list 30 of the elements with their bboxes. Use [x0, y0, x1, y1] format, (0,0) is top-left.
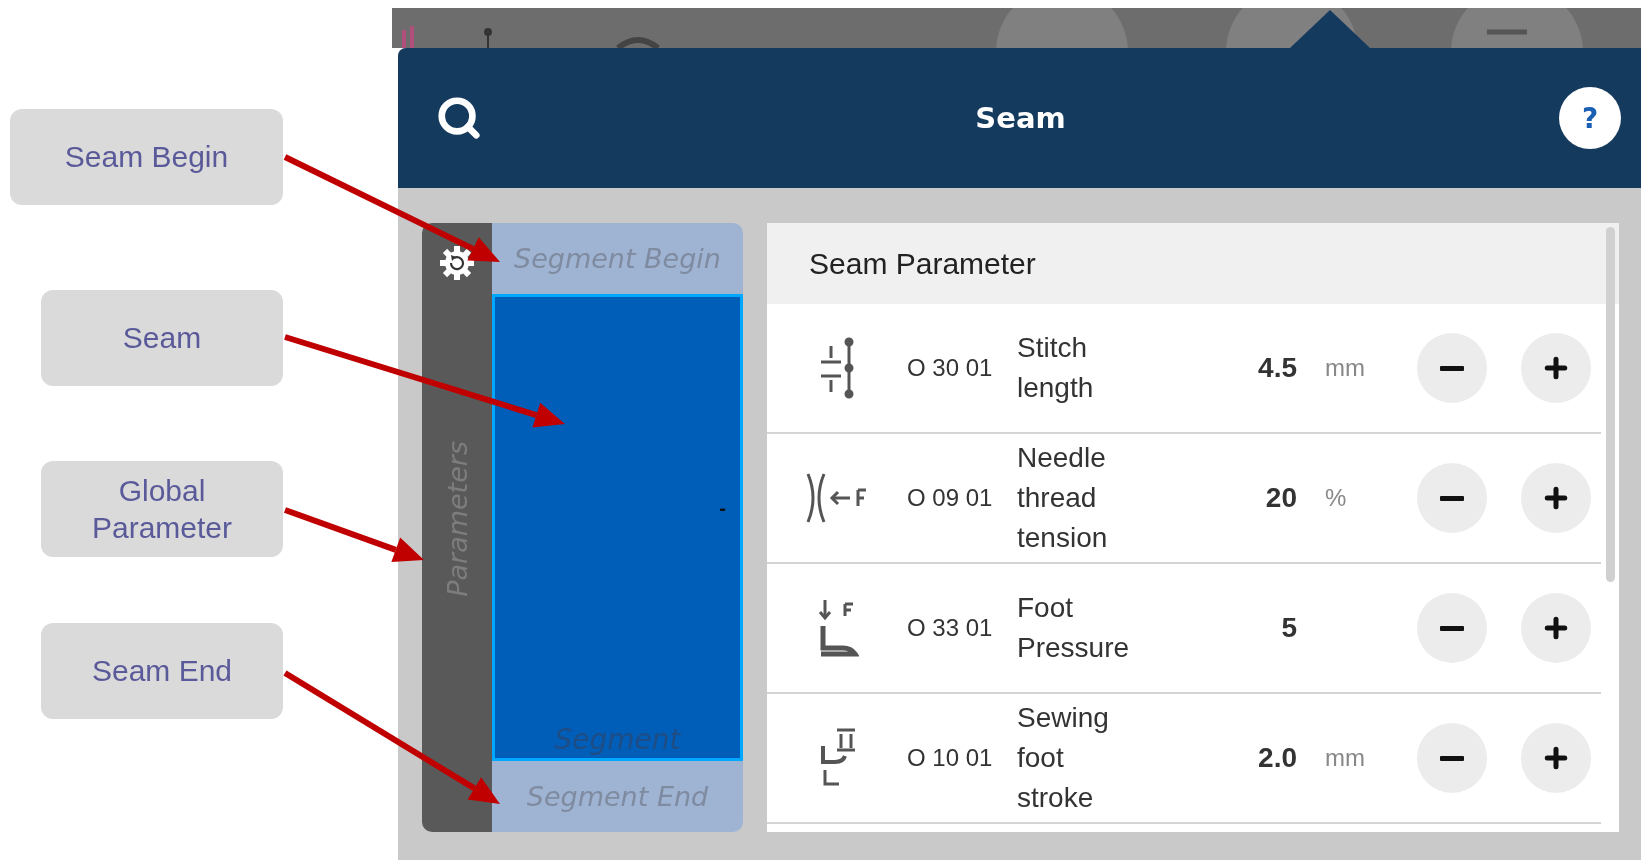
gear-reset-icon[interactable] [439, 245, 475, 281]
parameter-name: Sewing foot stroke [1017, 701, 1110, 815]
callout-label: Seam [41, 290, 283, 386]
parameter-unit: % [1324, 484, 1348, 512]
search-button[interactable] [436, 95, 482, 141]
callout-label: Seam End [41, 623, 283, 719]
parameter-code: O 33 01 [907, 614, 994, 642]
parameter-code: O 10 01 [907, 744, 994, 772]
parameter-value: 20 [1264, 482, 1297, 514]
parameter-name: Foot Pressure [1017, 591, 1131, 665]
callout-label: Global Parameter [41, 461, 283, 557]
segment-marker: - [719, 497, 726, 520]
parameter-unit: mm [1324, 744, 1366, 772]
callout-label: Seam Begin [10, 109, 283, 205]
minus-icon [1440, 625, 1464, 631]
minus-icon [1440, 495, 1464, 501]
parameter-name: Needle thread tension [1017, 441, 1109, 555]
parameter-code: O 30 01 [907, 354, 994, 382]
minus-icon [1440, 755, 1464, 761]
parameter-unit: mm [1324, 354, 1366, 382]
parameter-value: 2.0 [1257, 742, 1297, 774]
panel-title: Seam Parameter [767, 223, 1619, 304]
parameter-name: Stitch length [1017, 331, 1095, 405]
search-icon [436, 95, 482, 141]
parameter-code: O 09 01 [907, 484, 994, 512]
parameter-value: 5 [1280, 612, 1297, 644]
help-button[interactable]: ? [1559, 87, 1621, 149]
parameter-value: 4.5 [1257, 352, 1297, 384]
minus-icon [1440, 365, 1464, 371]
dialog-title: Seam [975, 101, 1066, 135]
